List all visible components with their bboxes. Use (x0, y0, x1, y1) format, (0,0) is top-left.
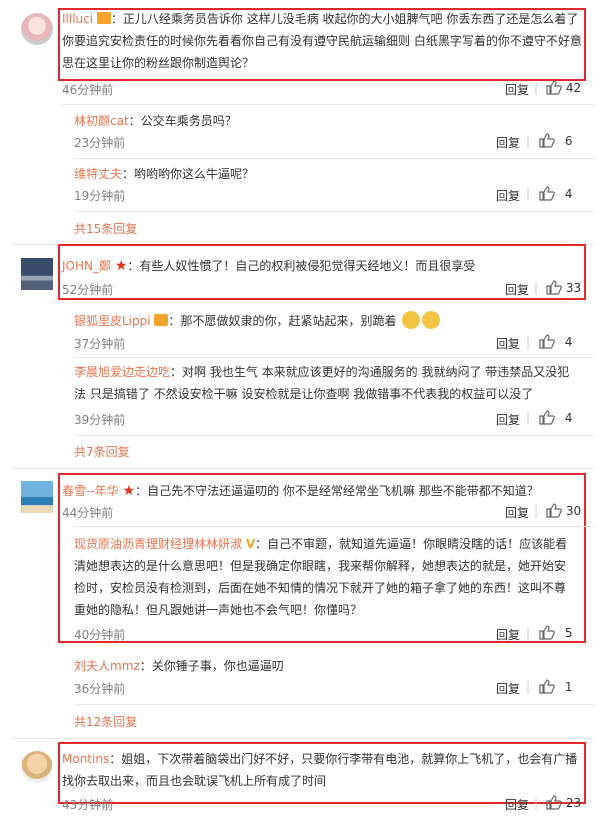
avatar[interactable] (21, 481, 53, 513)
like-count: 23 (565, 796, 582, 810)
vip-crown-icon (154, 314, 169, 326)
reply-button[interactable]: 回复 (496, 680, 520, 697)
thumb-up-icon (539, 133, 555, 148)
reply-text: 关你锤子事，你也逼逼叨 (151, 659, 284, 673)
reply-button[interactable]: 回复 (505, 81, 529, 98)
like-button[interactable]: 6 (539, 133, 572, 148)
highlight-box (58, 742, 586, 804)
reply-button[interactable]: 回复 (496, 187, 520, 204)
thumb-up-icon (546, 795, 562, 810)
reply-body: 维特丈夫：哟哟哟你这么牛逼呢？ (74, 163, 254, 185)
avatar[interactable] (21, 751, 53, 783)
like-button[interactable]: 42 (546, 80, 581, 95)
avatar[interactable] (21, 13, 53, 45)
timestamp: 19分钟前 (74, 189, 126, 203)
divider (12, 738, 594, 739)
like-button[interactable]: 4 (539, 410, 572, 425)
smiley-emoji-icon (422, 311, 441, 329)
like-count: 1 (564, 680, 573, 694)
thumb-up-icon (539, 679, 555, 694)
like-count: 4 (564, 335, 573, 349)
like-button[interactable]: 23 (546, 795, 581, 810)
timestamp: 39分钟前 (74, 413, 126, 427)
verified-v-icon: V (245, 537, 256, 551)
divider: | (534, 81, 539, 95)
like-button[interactable]: 4 (539, 186, 572, 201)
colon: ： (170, 365, 183, 379)
divider (74, 526, 594, 527)
timestamp: 40分钟前 (74, 628, 126, 642)
colon: ： (128, 114, 141, 128)
colon: ： (168, 314, 181, 328)
username[interactable]: 现货原油沥青理财经理林林妍淑 (74, 537, 242, 551)
timestamp: 23分钟前 (74, 136, 126, 150)
colon: ： (139, 659, 152, 673)
divider: | (526, 134, 531, 148)
username[interactable]: 李晨旭爱边走边吃 (74, 365, 170, 379)
divider: | (526, 335, 531, 349)
thumb-up-icon (539, 625, 555, 640)
colon: ： (255, 537, 268, 551)
reply-body: 林初颜cat：公交车乘务员吗？ (74, 110, 237, 132)
timestamp: 37分钟前 (74, 337, 126, 351)
thumb-up-icon (539, 186, 555, 201)
like-count: 42 (565, 81, 582, 95)
like-count: 33 (565, 281, 582, 295)
divider (62, 104, 594, 105)
like-count: 6 (564, 134, 573, 148)
more-replies-link[interactable]: 共12条回复 (74, 713, 137, 730)
like-count: 5 (564, 626, 573, 640)
reply-button[interactable]: 回复 (496, 626, 520, 643)
username[interactable]: 刘夫人mmz (74, 659, 140, 673)
username[interactable]: 维特丈夫 (74, 167, 122, 181)
more-replies-link[interactable]: 共15条回复 (74, 220, 137, 237)
reply-button[interactable]: 回复 (505, 281, 529, 298)
like-button[interactable]: 4 (539, 334, 572, 349)
thumb-up-icon (539, 334, 555, 349)
colon: ： (122, 167, 135, 181)
reply-body: 银狐里皮Lippi ：那不愿做奴隶的你，赶紧站起来，别跪着 (74, 310, 441, 332)
like-count: 4 (564, 187, 573, 201)
thumb-up-icon (546, 80, 562, 95)
divider (74, 211, 594, 212)
divider: | (526, 411, 531, 425)
reply-body: 现货原油沥青理财经理林林妍淑 V：自己不审题，就知道先逼逼！你眼睛没瞎的话！应该… (74, 533, 574, 621)
reply-text: 那不愿做奴隶的你，赶紧站起来，别跪着 (180, 314, 397, 328)
like-button[interactable]: 33 (546, 280, 581, 295)
divider (12, 468, 594, 469)
username[interactable]: 银狐里皮Lippi (74, 314, 151, 328)
avatar[interactable] (21, 258, 53, 290)
divider: | (526, 626, 531, 640)
like-count: 4 (564, 411, 573, 425)
reply-text: 公交车乘务员吗？ (140, 114, 237, 128)
like-button[interactable]: 5 (539, 625, 572, 640)
highlight-box (58, 8, 586, 81)
divider (74, 357, 594, 358)
reply-button[interactable]: 回复 (496, 335, 520, 352)
more-replies-link[interactable]: 共7条回复 (74, 443, 130, 460)
reply-button[interactable]: 回复 (496, 134, 520, 151)
timestamp: 46分钟前 (62, 83, 114, 97)
divider (74, 435, 594, 436)
divider: | (526, 680, 531, 694)
reply-text: 哟哟哟你这么牛逼呢？ (134, 167, 255, 181)
divider: | (526, 187, 531, 201)
divider: | (534, 281, 539, 295)
divider (74, 704, 594, 705)
timestamp: 36分钟前 (74, 682, 126, 696)
thumb-up-icon (539, 410, 555, 425)
like-button[interactable]: 1 (539, 679, 572, 694)
reply-button[interactable]: 回复 (505, 796, 529, 813)
smiley-emoji-icon (402, 311, 421, 329)
thumb-up-icon (546, 280, 562, 295)
reply-body: 刘夫人mmz：关你锤子事，你也逼逼叨 (74, 655, 284, 677)
reply-body: 李晨旭爱边走边吃：对啊 我也生气 本来就应该更好的沟通服务的 我就纳闷了 带违禁… (74, 361, 574, 405)
username[interactable]: 林初颜cat (74, 114, 129, 128)
divider (74, 158, 594, 159)
reply-button[interactable]: 回复 (496, 411, 520, 428)
timestamp: 43分钟前 (62, 798, 114, 812)
divider: | (534, 796, 539, 810)
